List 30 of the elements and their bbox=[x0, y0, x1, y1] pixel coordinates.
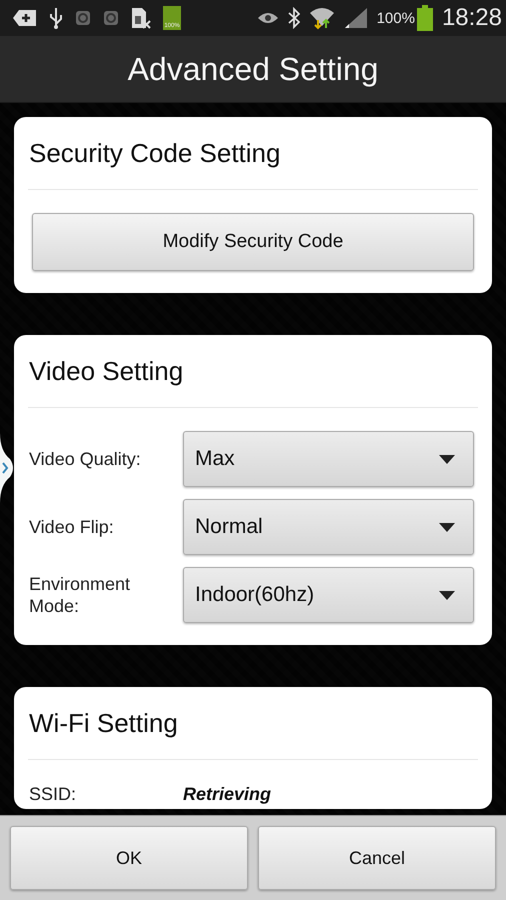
eye-icon bbox=[256, 11, 279, 25]
no-sim-icon bbox=[131, 7, 151, 29]
battery-icon bbox=[416, 5, 433, 31]
section-title: Video Setting bbox=[29, 356, 184, 386]
camera-app-icon bbox=[103, 10, 119, 26]
clock: 18:28 bbox=[442, 4, 502, 32]
field-label: Environment Mode: bbox=[28, 573, 132, 617]
caret-icon bbox=[439, 454, 455, 464]
bluetooth-icon bbox=[288, 7, 300, 29]
usb-icon bbox=[49, 7, 63, 29]
section-title: Security Code Setting bbox=[29, 138, 280, 168]
add-notification-icon bbox=[13, 9, 37, 27]
modify-code-button[interactable]: Modify Security Code bbox=[32, 213, 474, 271]
dialog-button[interactable]: Cancel bbox=[258, 826, 496, 890]
field-label: Video Quality: bbox=[28, 448, 142, 470]
screen-title: Advanced Setting bbox=[128, 50, 378, 88]
signal-icon bbox=[344, 7, 368, 29]
camera-app-icon bbox=[75, 10, 91, 26]
field-label: SSID: bbox=[28, 783, 78, 805]
dropdown[interactable]: Max bbox=[183, 431, 474, 487]
caret-icon bbox=[439, 522, 455, 532]
section-title: Wi-Fi Setting bbox=[29, 708, 178, 738]
field-label: Video Flip: bbox=[28, 516, 115, 538]
field-value: Retrieving bbox=[183, 784, 272, 804]
battery-percent: 100% bbox=[376, 10, 415, 26]
wifi-icon bbox=[308, 6, 335, 30]
dropdown[interactable]: Normal bbox=[183, 499, 474, 555]
dropdown[interactable]: Indoor(60hz) bbox=[183, 567, 474, 623]
dialog-button[interactable]: OK bbox=[10, 826, 248, 890]
caret-icon bbox=[439, 590, 455, 600]
